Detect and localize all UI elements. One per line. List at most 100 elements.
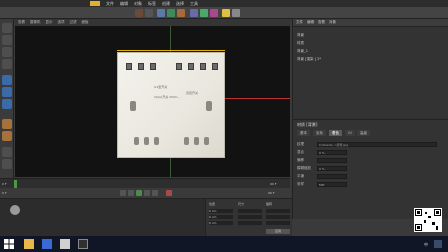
playhead-marker[interactable] (14, 180, 17, 188)
move-tool-icon[interactable] (157, 9, 165, 17)
points-mode-icon[interactable] (2, 75, 12, 85)
undo-icon[interactable] (135, 9, 143, 17)
terminal-screw (212, 63, 218, 70)
menu-item[interactable]: 对象 (134, 1, 142, 7)
pos-x-field[interactable]: 0 cm (209, 209, 233, 213)
pos-z-field[interactable]: 0 cm (209, 221, 233, 225)
om-menu-view[interactable]: 查看 (318, 20, 325, 25)
texture-mode-icon[interactable] (2, 119, 12, 129)
record-icon[interactable] (166, 190, 172, 196)
terminal-screw (188, 63, 194, 70)
camera-icon[interactable] (232, 9, 240, 17)
object-row[interactable]: 背景_1 (297, 49, 308, 54)
viewport-header: 查看 摄像机 显示 选项 过滤 面板 (15, 19, 290, 26)
size-y-field[interactable] (238, 215, 262, 219)
rot-b-field[interactable] (266, 221, 290, 225)
menu-item[interactable]: 创建 (162, 1, 170, 7)
goto-start-icon[interactable] (120, 190, 126, 196)
object-manager: 文件 编辑 查看 对象 背景 材质 背景_1 背景 [渲染 ] 2* (292, 19, 448, 119)
scale-tool-icon[interactable] (167, 9, 175, 17)
plate-label: G1型开关 (154, 85, 168, 89)
notification-icon[interactable] (434, 240, 442, 248)
lock-icon[interactable] (2, 159, 12, 169)
timeline-end: 90 F (270, 182, 277, 186)
om-menu-object[interactable]: 对象 (329, 20, 336, 25)
app-taskbar-icon[interactable] (42, 239, 52, 249)
timeline-ruler[interactable]: 0 F 90 F (0, 178, 290, 188)
axis-mode-icon[interactable] (2, 131, 12, 141)
apply-button[interactable]: 应用 (266, 229, 290, 234)
rotate-icon[interactable] (2, 59, 12, 69)
size-x-field[interactable] (238, 209, 262, 213)
contact-slot (144, 137, 149, 145)
coord-rotation-label: 旋转 (266, 202, 273, 206)
mix-field[interactable]: 0 % (317, 150, 347, 155)
material-ball-icon[interactable] (10, 205, 20, 215)
tab-shading[interactable]: 着色 (329, 130, 342, 136)
viewport-menu-panel[interactable]: 面板 (82, 20, 89, 25)
left-tool-column (0, 19, 14, 179)
move-icon[interactable] (2, 35, 12, 45)
prev-frame-icon[interactable] (128, 190, 134, 196)
menu-item[interactable]: 工具 (190, 1, 198, 7)
ime-indicator[interactable]: 中 (424, 242, 428, 248)
menu-item[interactable]: 选择 (176, 1, 184, 7)
field-label: 混合 (297, 150, 304, 154)
om-menu-file[interactable]: 文件 (296, 20, 303, 25)
contact-slot (154, 137, 159, 145)
field-label: 纹理 (297, 142, 304, 146)
file-explorer-icon[interactable] (24, 239, 34, 249)
contact-slot (184, 137, 189, 145)
sampling-select[interactable]: MIP (317, 182, 347, 187)
cube-icon[interactable] (190, 9, 198, 17)
timeline-current: 0 F (2, 182, 7, 186)
goto-end-icon[interactable] (152, 190, 158, 196)
pos-y-field[interactable]: 0 cm (209, 215, 233, 219)
tab-coord[interactable]: 坐标 (313, 130, 326, 136)
windows-start-icon[interactable] (4, 239, 14, 249)
redo-icon[interactable] (145, 9, 153, 17)
play-icon[interactable] (136, 190, 142, 196)
selection-bounding-line (117, 50, 225, 51)
om-menu-edit[interactable]: 编辑 (307, 20, 314, 25)
tab-gl[interactable]: Gl (345, 130, 355, 136)
edges-mode-icon[interactable] (2, 87, 12, 97)
blur-scale-field[interactable]: 0 % (317, 166, 347, 171)
polygons-mode-icon[interactable] (2, 99, 12, 109)
menu-item[interactable]: 文件 (106, 1, 114, 7)
texture-path-field[interactable]: C:\Users\...\背景.jpg (317, 142, 437, 147)
rotate-tool-icon[interactable] (177, 9, 185, 17)
viewport-menu-options[interactable]: 选项 (58, 20, 65, 25)
tab-basic[interactable]: 基本 (297, 130, 310, 136)
cinema4d-taskbar-icon[interactable] (78, 239, 88, 249)
mount-hole (130, 101, 136, 111)
terminal-screw (200, 63, 206, 70)
viewport-menu-view[interactable]: 查看 (18, 20, 25, 25)
viewport-menu-filter[interactable]: 过滤 (70, 20, 77, 25)
next-frame-icon[interactable] (144, 190, 150, 196)
object-row[interactable]: 背景 (297, 33, 304, 38)
rot-h-field[interactable] (266, 209, 290, 213)
menu-item[interactable]: 标签 (148, 1, 156, 7)
switch-plate-model[interactable]: G1型开关 双控开关 20(A)开关 250V~ (117, 52, 225, 158)
object-row[interactable]: 材质 (297, 41, 304, 46)
rot-p-field[interactable] (266, 215, 290, 219)
tab-advanced[interactable]: 高级 (357, 130, 370, 136)
material-manager (0, 198, 205, 236)
object-row[interactable]: 背景 [渲染 ] 2* (297, 57, 321, 62)
light-icon[interactable] (222, 9, 230, 17)
size-z-field[interactable] (238, 221, 262, 225)
snap-icon[interactable] (2, 147, 12, 157)
viewport-menu-camera[interactable]: 摄像机 (30, 20, 41, 25)
x-axis-handle[interactable] (225, 98, 290, 99)
spline-icon[interactable] (200, 9, 208, 17)
app-taskbar-icon[interactable] (60, 239, 70, 249)
menu-item[interactable]: 编辑 (120, 1, 128, 7)
offset-field[interactable] (317, 158, 347, 163)
scale-icon[interactable] (2, 47, 12, 57)
tile-field[interactable] (317, 174, 347, 179)
nurbs-icon[interactable] (210, 9, 218, 17)
select-tool-icon[interactable] (2, 23, 12, 33)
coordinates-manager: 位置 尺寸 旋转 0 cm 0 cm 0 cm 应用 (205, 198, 292, 236)
viewport-menu-display[interactable]: 显示 (46, 20, 53, 25)
